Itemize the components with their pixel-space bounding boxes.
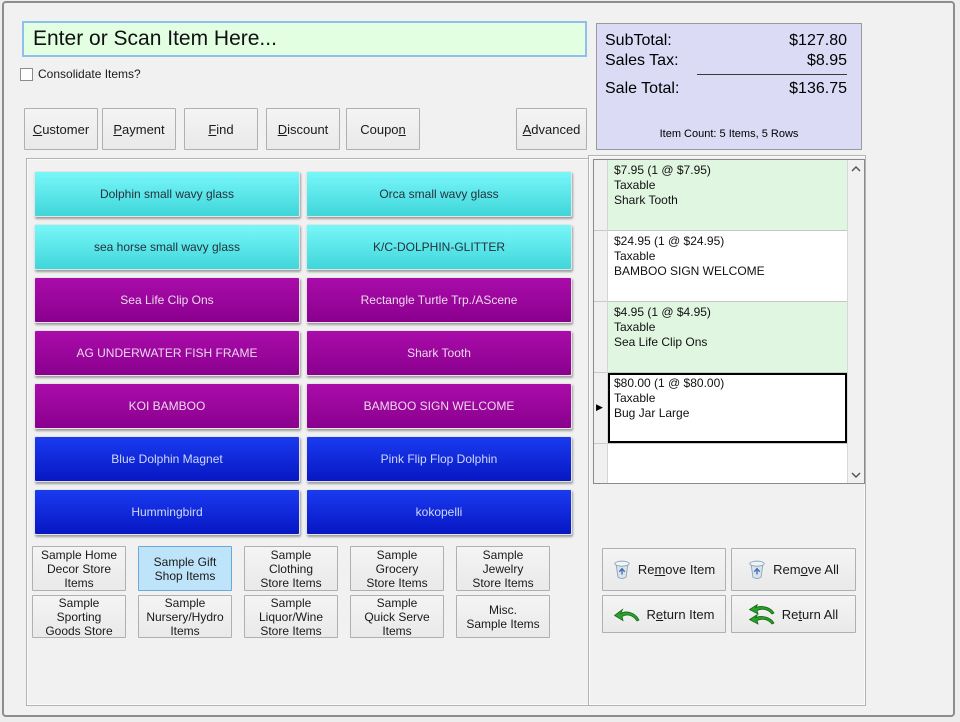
remove-item-label: Remove Item <box>638 562 715 577</box>
receipt-row-tax: Taxable <box>614 320 841 335</box>
receipt-row-item-name: Sea Life Clip Ons <box>614 335 841 350</box>
receipt-row-item-name: Shark Tooth <box>614 193 841 208</box>
advanced-button-label: Advanced <box>523 122 581 137</box>
category-liquor-wine-button[interactable]: Sample Liquor/Wine Store Items <box>244 595 338 638</box>
category-quick-serve-button[interactable]: Sample Quick Serve Items <box>350 595 444 638</box>
product-button[interactable]: kokopelli <box>306 489 572 535</box>
consolidate-items-label: Consolidate Items? <box>38 67 141 81</box>
sale-total-label: Sale Total: <box>605 80 679 98</box>
find-button-label: Find <box>208 122 233 137</box>
category-gift-shop-button[interactable]: Sample Gift Shop Items <box>138 546 232 591</box>
return-all-button[interactable]: Return All <box>731 595 856 633</box>
discount-button-label: Discount <box>278 122 329 137</box>
product-button[interactable]: Orca small wavy glass <box>306 171 572 217</box>
totals-panel: SubTotal: $127.80 Sales Tax: $8.95 Sale … <box>596 23 862 150</box>
customer-button[interactable]: Customer <box>24 108 98 150</box>
category-grid: Sample Home Decor Store Items Sample Gif… <box>32 546 550 638</box>
receipt-row-tax: Taxable <box>614 178 841 193</box>
checkbox-unchecked-icon[interactable] <box>20 68 33 81</box>
category-nursery-hydro-button[interactable]: Sample Nursery/Hydro Items <box>138 595 232 638</box>
product-button[interactable]: Blue Dolphin Magnet <box>34 436 300 482</box>
receipt-row[interactable]: $7.95 (1 @ $7.95) Taxable Shark Tooth <box>608 160 847 231</box>
return-all-label: Return All <box>782 607 838 622</box>
receipt-row[interactable]: $24.95 (1 @ $24.95) Taxable BAMBOO SIGN … <box>608 231 847 302</box>
category-grocery-button[interactable]: Sample Grocery Store Items <box>350 546 444 591</box>
green-return-arrow-icon <box>614 607 640 622</box>
chevron-up-icon <box>851 166 861 172</box>
product-button[interactable]: Pink Flip Flop Dolphin <box>306 436 572 482</box>
remove-all-button[interactable]: Remove All <box>731 548 856 591</box>
receipt-row[interactable]: $4.95 (1 @ $4.95) Taxable Sea Life Clip … <box>608 302 847 373</box>
product-button[interactable]: Shark Tooth <box>306 330 572 376</box>
return-item-button[interactable]: Return Item <box>602 595 726 633</box>
receipt-scrollbar[interactable] <box>847 160 864 483</box>
category-misc-button[interactable]: Misc. Sample Items <box>456 595 550 638</box>
receipt-row-price: $80.00 (1 @ $80.00) <box>614 376 841 391</box>
subtotal-value: $127.80 <box>789 32 847 50</box>
category-jewelry-button[interactable]: Sample Jewelry Store Items <box>456 546 550 591</box>
product-button[interactable]: AG UNDERWATER FISH FRAME <box>34 330 300 376</box>
category-sporting-goods-button[interactable]: Sample Sporting Goods Store <box>32 595 126 638</box>
product-button[interactable]: Sea Life Clip Ons <box>34 277 300 323</box>
totals-divider <box>697 74 847 75</box>
sales-tax-label: Sales Tax: <box>605 52 679 70</box>
product-button[interactable]: Dolphin small wavy glass <box>34 171 300 217</box>
receipt-list: ▶ $7.95 (1 @ $7.95) Taxable Shark Tooth … <box>593 159 865 484</box>
product-button[interactable]: sea horse small wavy glass <box>34 224 300 270</box>
scroll-up-button[interactable] <box>848 160 864 177</box>
payment-button-label: Payment <box>113 122 164 137</box>
product-button[interactable]: BAMBOO SIGN WELCOME <box>306 383 572 429</box>
receipt-row-item-name: Bug Jar Large <box>614 406 841 421</box>
scan-item-input[interactable] <box>22 21 587 57</box>
receipt-row-item-name: BAMBOO SIGN WELCOME <box>614 264 841 279</box>
subtotal-label: SubTotal: <box>605 32 672 50</box>
receipt-row-tax: Taxable <box>614 391 841 406</box>
selected-row-pointer-icon: ▶ <box>596 402 603 413</box>
customer-button-label: Customer <box>33 122 89 137</box>
product-button[interactable]: Rectangle Turtle Trp./AScene <box>306 277 572 323</box>
remove-all-label: Remove All <box>773 562 839 577</box>
product-button[interactable]: K/C-DOLPHIN-GLITTER <box>306 224 572 270</box>
category-home-decor-button[interactable]: Sample Home Decor Store Items <box>32 546 126 591</box>
chevron-down-icon <box>851 472 861 478</box>
sales-tax-value: $8.95 <box>807 52 847 70</box>
product-grid: Dolphin small wavy glass Orca small wavy… <box>34 171 572 535</box>
receipt-row-price: $4.95 (1 @ $4.95) <box>614 305 841 320</box>
receipt-row-gutter: ▶ <box>594 160 608 483</box>
recycle-bin-icon <box>613 559 631 580</box>
consolidate-items-checkbox[interactable]: Consolidate Items? <box>20 67 141 81</box>
return-item-label: Return Item <box>647 607 715 622</box>
category-clothing-button[interactable]: Sample Clothing Store Items <box>244 546 338 591</box>
product-button[interactable]: KOI BAMBOO <box>34 383 300 429</box>
payment-button[interactable]: Payment <box>102 108 176 150</box>
find-button[interactable]: Find <box>184 108 258 150</box>
scroll-down-button[interactable] <box>848 466 864 483</box>
discount-button[interactable]: Discount <box>266 108 340 150</box>
receipt-row-price: $7.95 (1 @ $7.95) <box>614 163 841 178</box>
green-double-return-arrow-icon <box>749 604 775 625</box>
receipt-row-tax: Taxable <box>614 249 841 264</box>
coupon-button-label: Coupon <box>360 122 406 137</box>
product-button[interactable]: Hummingbird <box>34 489 300 535</box>
coupon-button[interactable]: Coupon <box>346 108 420 150</box>
recycle-bin-icon <box>748 559 766 580</box>
receipt-row-price: $24.95 (1 @ $24.95) <box>614 234 841 249</box>
item-count-text: Item Count: 5 Items, 5 Rows <box>597 128 861 140</box>
pos-window: Consolidate Items? Customer Payment Find… <box>2 1 955 717</box>
remove-item-button[interactable]: Remove Item <box>602 548 726 591</box>
receipt-rows: $7.95 (1 @ $7.95) Taxable Shark Tooth $2… <box>608 160 847 483</box>
receipt-row-selected[interactable]: $80.00 (1 @ $80.00) Taxable Bug Jar Larg… <box>608 373 847 444</box>
sale-total-value: $136.75 <box>789 80 847 98</box>
advanced-button[interactable]: Advanced <box>516 108 587 150</box>
